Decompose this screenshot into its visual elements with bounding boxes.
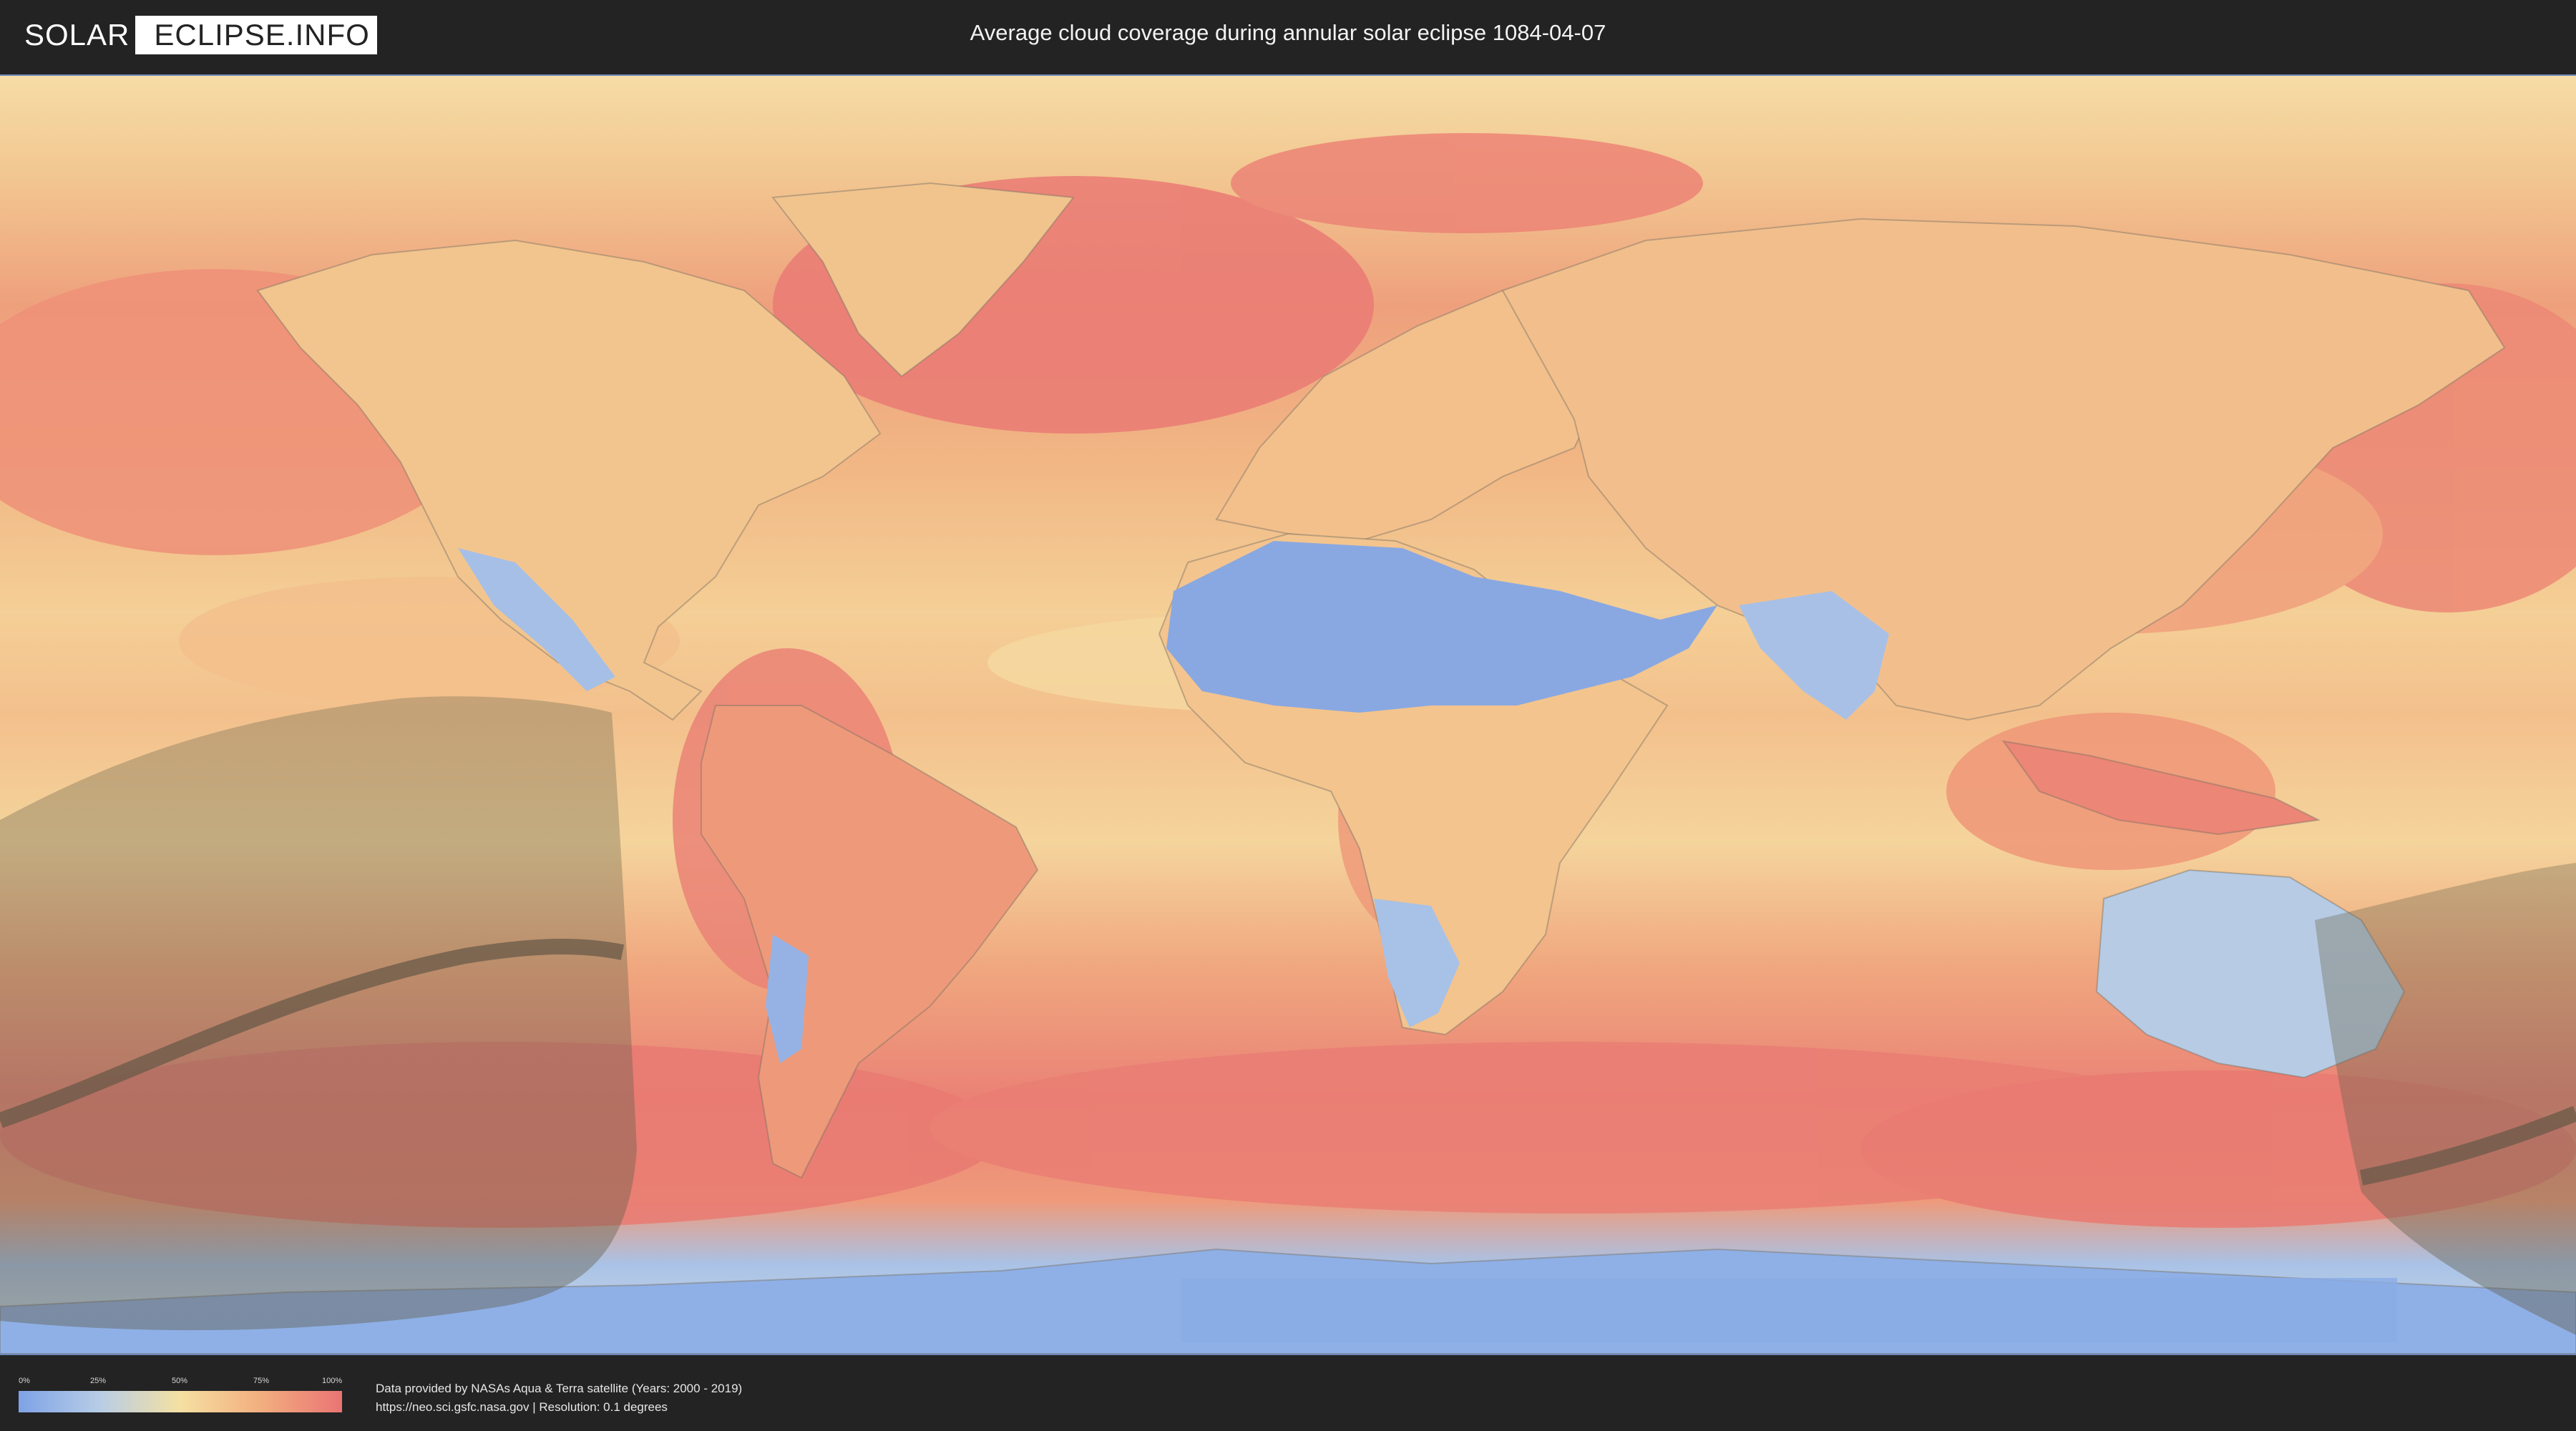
- credits-url[interactable]: https://neo.sci.gsfc.nasa.gov | Resoluti…: [376, 1398, 742, 1417]
- legend-tick-25: 25%: [90, 1377, 107, 1385]
- credits-source: Data provided by NASAs Aqua & Terra sate…: [376, 1382, 743, 1395]
- eclipse-zone-west[interactable]: [0, 696, 637, 1331]
- cloud-coverage-legend: 0% 25% 50% 75% 100%: [19, 1377, 342, 1412]
- data-credits: Data provided by NASAs Aqua & Terra sate…: [376, 1379, 742, 1417]
- header-bar: SOLAR ECLIPSE.INFO Average cloud coverag…: [0, 0, 2576, 72]
- legend-tick-50: 50%: [172, 1377, 188, 1385]
- legend-tick-100: 100%: [322, 1377, 343, 1385]
- page-title: Average cloud coverage during annular so…: [970, 20, 1606, 45]
- legend-tick-0: 0%: [19, 1377, 30, 1385]
- legend-color-scale: [19, 1391, 342, 1412]
- cloud-coverage-map[interactable]: [0, 74, 2576, 1355]
- legend-tick-75: 75%: [253, 1377, 270, 1385]
- antarctic-blue-band: [1181, 1278, 2397, 1342]
